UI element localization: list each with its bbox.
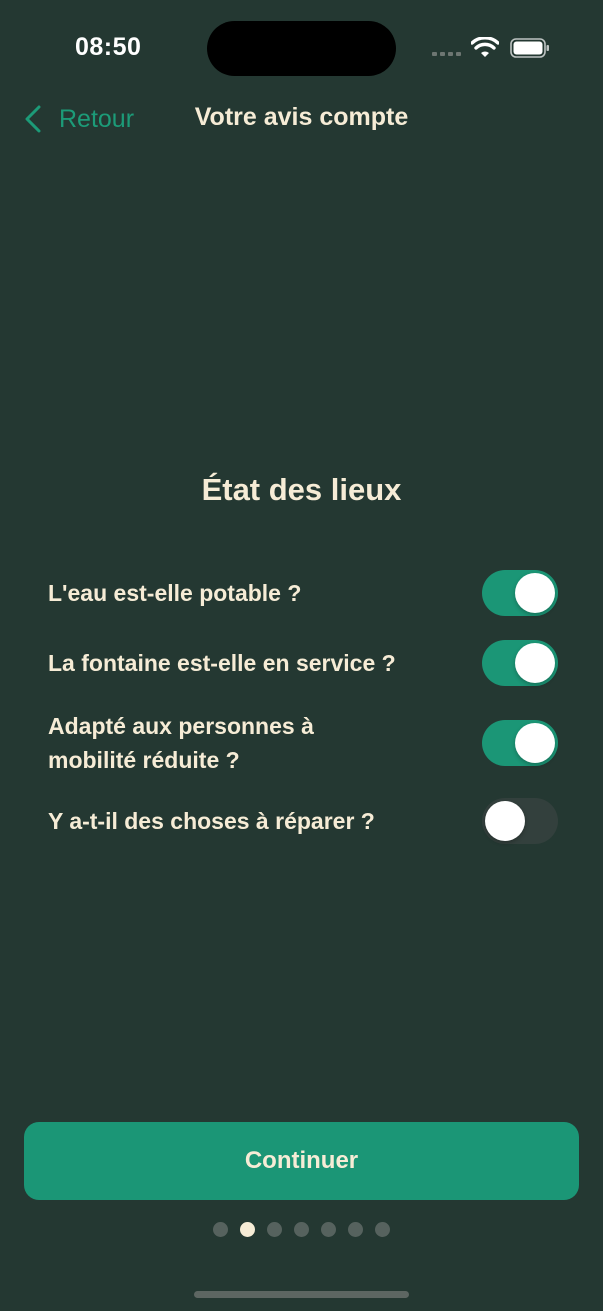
repairs-toggle[interactable] (482, 798, 558, 844)
potable-toggle[interactable] (482, 570, 558, 616)
screen: 08:50 Retour Votre avis compte État des … (0, 0, 603, 1311)
accessibility-toggle[interactable] (482, 720, 558, 766)
status-time: 08:50 (75, 33, 142, 61)
dynamic-island (207, 21, 396, 76)
page-indicator (213, 1222, 390, 1237)
battery-icon (510, 38, 549, 58)
question-label: L'eau est-elle potable ? (48, 580, 302, 606)
question-row-potable: L'eau est-elle potable ? (48, 570, 558, 616)
question-label: Y a-t-il des choses à réparer ? (48, 808, 375, 834)
question-row-accessibility: Adapté aux personnes à mobilité réduite … (48, 709, 558, 777)
cellular-signal-icon (432, 52, 461, 56)
page-dot (375, 1222, 390, 1237)
question-row-repairs: Y a-t-il des choses à réparer ? (48, 798, 558, 844)
continue-button[interactable]: Continuer (24, 1122, 579, 1200)
question-row-in-service: La fontaine est-elle en service ? (48, 640, 558, 686)
question-label: Adapté aux personnes à mobilité réduite … (48, 713, 314, 773)
question-label: La fontaine est-elle en service ? (48, 650, 396, 676)
toggle-knob (485, 801, 525, 841)
toggle-knob (515, 573, 555, 613)
wifi-icon (471, 37, 499, 57)
section-title: État des lieux (201, 472, 402, 507)
page-dot (348, 1222, 363, 1237)
home-indicator[interactable] (194, 1291, 409, 1298)
page-title: Votre avis compte (194, 103, 409, 131)
toggle-knob (515, 723, 555, 763)
in-service-toggle[interactable] (482, 640, 558, 686)
page-dot (294, 1222, 309, 1237)
page-dot (267, 1222, 282, 1237)
page-dot (321, 1222, 336, 1237)
page-dot (213, 1222, 228, 1237)
page-dot-active (240, 1222, 255, 1237)
toggle-knob (515, 643, 555, 683)
